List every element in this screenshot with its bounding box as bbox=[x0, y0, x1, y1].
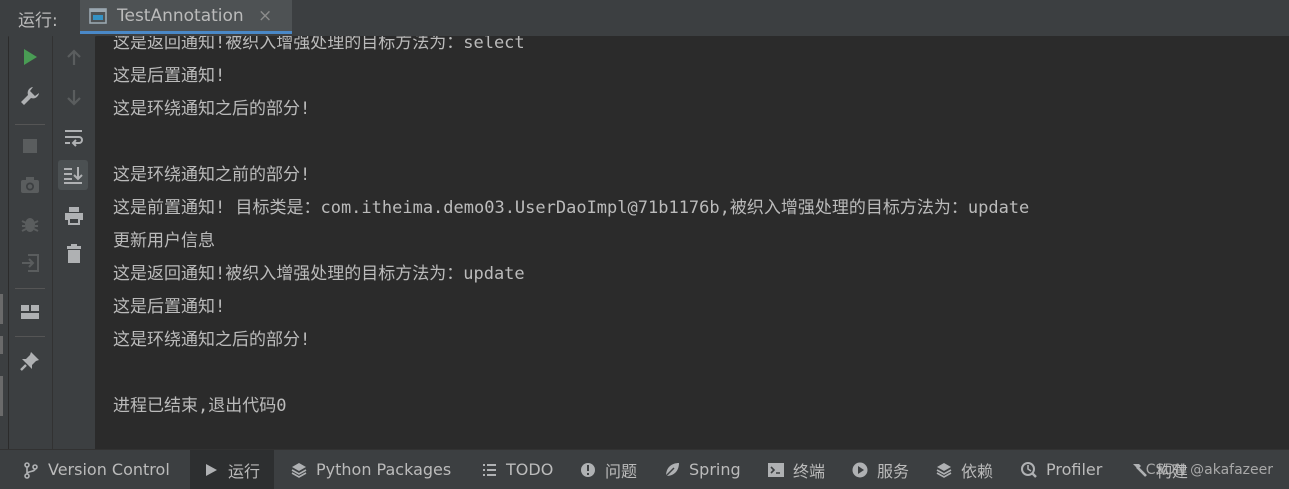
console-line: 这是返回通知!被织入增强处理的目标方法为：select bbox=[113, 36, 525, 53]
services-icon bbox=[852, 462, 868, 477]
tool-window-label: Spring bbox=[689, 460, 741, 479]
rerun-button[interactable] bbox=[15, 42, 45, 72]
stop-icon bbox=[23, 139, 37, 153]
login-icon bbox=[22, 254, 39, 272]
run-panel-label: 运行: bbox=[18, 11, 58, 31]
tool-window-label: 运行 bbox=[228, 461, 261, 481]
tool-window-version-control[interactable]: Version Control bbox=[22, 450, 170, 489]
spring-leaf-icon bbox=[665, 462, 679, 477]
exit-button[interactable] bbox=[15, 248, 45, 278]
soft-wrap-button[interactable] bbox=[59, 122, 89, 152]
tool-window-python-packages[interactable]: Python Packages bbox=[290, 450, 451, 489]
tab-title: TestAnnotation bbox=[117, 6, 244, 26]
console-line: 这是环绕通知之后的部分! bbox=[113, 330, 311, 350]
list-icon bbox=[483, 463, 496, 476]
tool-window-dependencies[interactable]: 依赖 bbox=[935, 450, 993, 489]
run-icon bbox=[24, 49, 37, 65]
pin-tab-button[interactable] bbox=[15, 346, 45, 376]
print-button[interactable] bbox=[59, 200, 89, 230]
run-tool-window: 运行: TestAnnotation × 这是返回通知!被织入增强处理的目标方法… bbox=[0, 0, 1289, 489]
layers-icon bbox=[291, 462, 307, 478]
toolbar-separator bbox=[15, 124, 45, 125]
next-occurrence-button[interactable] bbox=[59, 82, 89, 112]
close-icon[interactable]: × bbox=[258, 6, 272, 26]
left-edge-strip bbox=[0, 36, 8, 449]
terminal-icon bbox=[768, 462, 784, 477]
profiler-icon bbox=[1021, 461, 1037, 478]
clear-all-button[interactable] bbox=[59, 239, 89, 269]
trash-icon bbox=[67, 244, 81, 263]
layers-icon bbox=[936, 462, 952, 478]
arrow-down-icon bbox=[67, 90, 81, 106]
console-line: 这是环绕通知之后的部分! bbox=[113, 99, 311, 119]
console-line: 这是环绕通知之前的部分! bbox=[113, 165, 311, 185]
run-configuration-icon bbox=[88, 6, 108, 26]
print-icon bbox=[65, 207, 83, 225]
debug-icon bbox=[21, 218, 39, 232]
problems-icon bbox=[581, 462, 595, 477]
console-line: 进程已结束,退出代码0 bbox=[113, 396, 287, 416]
scroll-to-end-button[interactable] bbox=[58, 160, 88, 190]
edge-marker bbox=[0, 294, 3, 324]
branch-icon bbox=[24, 461, 38, 479]
console-actions-toolbar bbox=[53, 36, 95, 449]
console-line: 这是后置通知! bbox=[113, 297, 226, 317]
watermark: CSDN @akafazeer bbox=[1145, 462, 1273, 478]
console-output[interactable]: 这是返回通知!被织入增强处理的目标方法为：select 这是后置通知! 这是环绕… bbox=[96, 36, 1289, 449]
toolbar-separator bbox=[15, 336, 45, 337]
wrench-icon bbox=[21, 87, 39, 105]
tool-window-label: Profiler bbox=[1046, 460, 1103, 479]
tool-window-label: 服务 bbox=[877, 461, 910, 481]
console-line: 更新用户信息 bbox=[113, 231, 215, 251]
tab-test-annotation[interactable]: TestAnnotation × bbox=[80, 0, 292, 34]
tool-window-spring[interactable]: Spring bbox=[663, 450, 741, 489]
tool-window-run[interactable]: 运行 bbox=[190, 450, 275, 489]
dump-threads-button[interactable] bbox=[15, 170, 45, 200]
tool-window-label: Python Packages bbox=[316, 460, 452, 479]
edit-configuration-button[interactable] bbox=[15, 81, 45, 111]
soft-wrap-icon bbox=[65, 130, 83, 147]
tool-window-profiler[interactable]: Profiler bbox=[1020, 450, 1102, 489]
console-line: 这是返回通知!被织入增强处理的目标方法为：update bbox=[113, 264, 525, 284]
tool-window-label: 问题 bbox=[605, 461, 638, 481]
debug-button[interactable] bbox=[15, 209, 45, 239]
tool-window-todo[interactable]: TODO bbox=[480, 450, 553, 489]
console-line: 这是前置通知! 目标类是：com.itheima.demo03.UserDaoI… bbox=[113, 198, 1030, 218]
stop-button[interactable] bbox=[15, 131, 45, 161]
toolbar-separator bbox=[15, 288, 45, 289]
camera-icon bbox=[21, 177, 39, 193]
tool-window-label: 终端 bbox=[793, 461, 826, 481]
edge-marker bbox=[0, 336, 3, 354]
tool-window-label: 依赖 bbox=[961, 461, 994, 481]
tool-window-bar: Version Control 运行 Python Packages TODO bbox=[0, 449, 1289, 489]
tool-window-terminal[interactable]: 终端 bbox=[767, 450, 825, 489]
previous-occurrence-button[interactable] bbox=[59, 43, 89, 73]
run-actions-toolbar bbox=[9, 36, 53, 449]
edge-marker bbox=[0, 376, 3, 416]
tool-window-services[interactable]: 服务 bbox=[851, 450, 909, 489]
layout-icon bbox=[21, 305, 39, 319]
run-panel-header: 运行: TestAnnotation × bbox=[0, 0, 1289, 37]
tool-window-problems[interactable]: 问题 bbox=[579, 450, 637, 489]
pin-icon bbox=[20, 352, 39, 371]
arrow-up-icon bbox=[67, 49, 81, 65]
scroll-to-end-icon bbox=[64, 167, 83, 184]
console-line: 这是后置通知! bbox=[113, 66, 226, 86]
layout-button[interactable] bbox=[15, 297, 45, 327]
tool-window-label: Version Control bbox=[48, 460, 170, 479]
tool-window-label: TODO bbox=[506, 460, 554, 479]
run-icon bbox=[206, 463, 217, 476]
